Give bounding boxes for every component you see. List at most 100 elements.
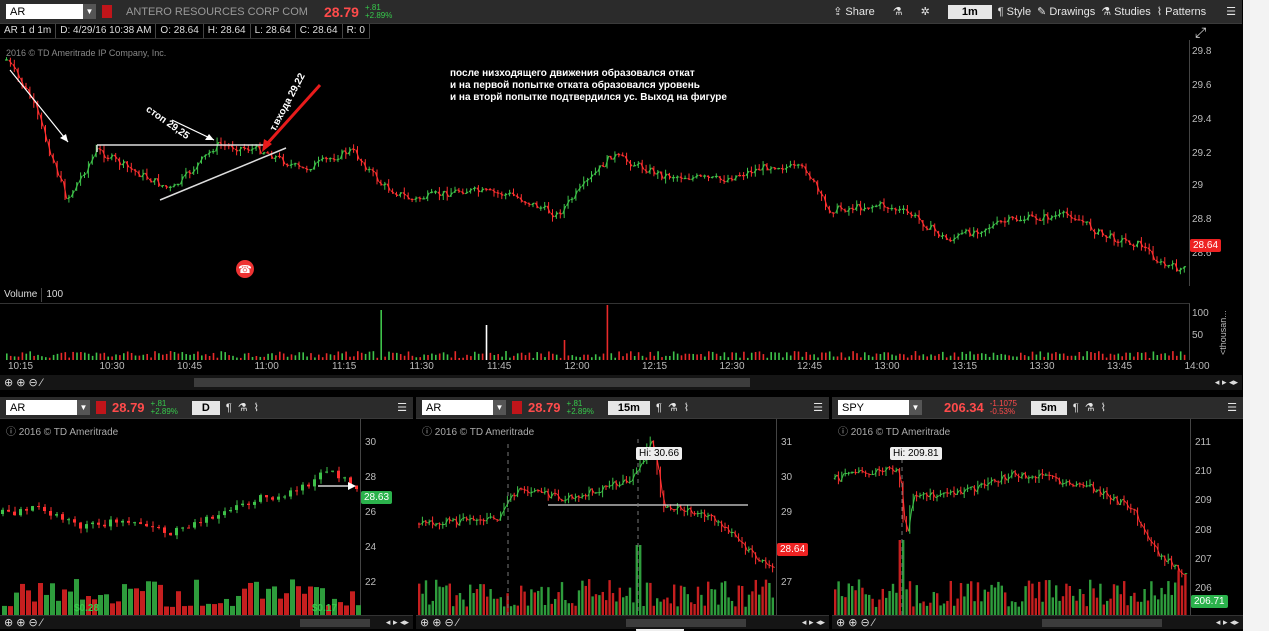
style-button[interactable]: ¶ Style xyxy=(998,6,1031,18)
crosshair-icon[interactable]: ⊕ xyxy=(4,616,13,629)
patterns-button[interactable]: ⌇ Patterns xyxy=(1157,5,1206,19)
main-price-pane[interactable]: 2016 © TD Ameritrade IP Company, Inc. по… xyxy=(0,40,1190,286)
pane-chart[interactable]: ⓘ 2016 © TD Ameritrade $0.28 $0.17 xyxy=(0,419,361,615)
chevron-down-icon[interactable]: ▼ xyxy=(909,400,922,415)
flask-icon[interactable]: ⚗ xyxy=(1085,401,1095,414)
flask-icon[interactable]: ⚗ xyxy=(238,401,248,414)
zoom-in-icon[interactable]: ⊕ xyxy=(16,616,25,629)
volume-pane[interactable] xyxy=(0,303,1190,360)
scrollbar-thumb[interactable] xyxy=(194,378,750,387)
scroll-right-icon[interactable]: ◂ ▸ ◂▸ xyxy=(802,617,825,628)
volume-bar xyxy=(821,352,823,360)
zoom-out-icon[interactable]: ⊖ xyxy=(860,616,869,629)
volume-bar xyxy=(220,351,223,360)
volume-bar xyxy=(271,353,273,360)
pane-scroll-bar: ⊕ ⊕ ⊖ ⁄ ◂ ▸ ◂▸ xyxy=(416,615,829,629)
style-icon[interactable]: ¶ xyxy=(226,402,232,414)
trend-line[interactable] xyxy=(159,147,287,201)
candle xyxy=(911,495,916,509)
arrow-line[interactable] xyxy=(9,69,69,143)
candle xyxy=(987,227,992,230)
interval-button[interactable]: 1m xyxy=(947,4,992,19)
zoom-out-icon[interactable]: ⊖ xyxy=(444,616,453,629)
info-icon[interactable]: ⓘ xyxy=(422,427,432,438)
zoom-in-icon[interactable]: ⊕ xyxy=(16,376,25,389)
zoom-out-icon[interactable]: ⊖ xyxy=(28,616,37,629)
flag-icon[interactable] xyxy=(512,401,522,414)
symbol-selector[interactable]: AR ▼ xyxy=(6,400,90,415)
chevron-down-icon[interactable]: ▼ xyxy=(493,400,506,415)
zoom-in-icon[interactable]: ⊕ xyxy=(432,616,441,629)
crosshair-icon[interactable]: ⊕ xyxy=(420,616,429,629)
interval-button[interactable]: 15m xyxy=(607,400,650,415)
volume-bar xyxy=(639,545,642,615)
crosshair-icon[interactable]: ⊕ xyxy=(836,616,845,629)
patterns-icon[interactable]: ⌇ xyxy=(254,401,259,414)
draw-line-icon[interactable]: ⁄ xyxy=(41,617,43,629)
crosshair-icon[interactable]: ⊕ xyxy=(4,376,13,389)
volume-bar xyxy=(949,580,952,615)
scroll-right-icon[interactable]: ◂ ▸ ◂▸ xyxy=(386,617,409,628)
scrollbar-thumb[interactable] xyxy=(626,619,746,627)
volume-bar xyxy=(908,581,912,615)
draw-line-icon[interactable]: ⁄ xyxy=(457,617,459,629)
candle xyxy=(1132,508,1137,511)
volume-bar xyxy=(479,584,482,615)
flag-icon[interactable] xyxy=(928,401,938,414)
patterns-icon[interactable]: ⌇ xyxy=(1101,401,1106,414)
info-icon[interactable]: ⓘ xyxy=(6,427,16,438)
flag-icon[interactable] xyxy=(102,5,112,18)
studies-button[interactable]: ⚗ Studies xyxy=(1101,5,1151,19)
symbol-selector[interactable]: AR ▼ xyxy=(6,4,96,19)
volume-bar xyxy=(140,591,145,615)
symbol-selector[interactable]: SPY ▼ xyxy=(838,400,922,415)
menu-icon[interactable]: ☰ xyxy=(397,401,407,414)
draw-line-icon[interactable]: ⁄ xyxy=(873,617,875,629)
style-icon[interactable]: ¶ xyxy=(1073,402,1079,414)
interval-button[interactable]: D xyxy=(191,400,220,415)
pane-chart[interactable]: ⓘ 2016 © TD Ameritrade Hi: 30.66Lo: 27.3… xyxy=(416,419,777,631)
candle xyxy=(972,486,977,492)
symbol-selector[interactable]: AR ▼ xyxy=(422,400,506,415)
gear-icon[interactable]: ✲ xyxy=(921,5,930,18)
style-icon[interactable]: ¶ xyxy=(656,402,662,414)
flask-icon[interactable]: ⚗ xyxy=(893,5,903,18)
y-tick: 24 xyxy=(365,542,377,553)
volume-bar xyxy=(1098,351,1100,360)
pane-toolbar: SPY ▼ 206.34 -1.1075 -0.53% 5m ¶ ⚗ ⌇ ☰ xyxy=(832,397,1243,419)
menu-icon[interactable]: ☰ xyxy=(813,401,823,414)
candle xyxy=(160,184,165,187)
menu-icon[interactable]: ☰ xyxy=(1226,5,1236,18)
patterns-icon[interactable]: ⌇ xyxy=(684,401,689,414)
zoom-out-icon[interactable]: ⊖ xyxy=(28,376,37,389)
scrollbar-thumb[interactable] xyxy=(1042,619,1162,627)
volume-bar xyxy=(914,351,917,360)
copyright-text: ⓘ 2016 © TD Ameritrade xyxy=(838,427,951,438)
drawings-button[interactable]: ✎ Drawings xyxy=(1037,5,1095,19)
share-button[interactable]: ⇪ Share xyxy=(833,5,875,19)
last-price: 28.79 xyxy=(528,400,561,415)
volume-bar xyxy=(864,594,867,615)
zoom-in-icon[interactable]: ⊕ xyxy=(848,616,857,629)
autoscale-icon[interactable]: ⤢ xyxy=(1195,24,1206,41)
phone-icon[interactable]: ☎ xyxy=(236,260,254,278)
flag-icon[interactable] xyxy=(96,401,106,414)
interval-button[interactable]: 5m xyxy=(1030,400,1067,415)
scrollbar-thumb[interactable] xyxy=(300,619,370,627)
candle xyxy=(1071,484,1076,487)
candle xyxy=(617,153,621,156)
scroll-right-icon[interactable]: ◂ ▸ ◂▸ xyxy=(1215,377,1238,388)
chevron-down-icon[interactable]: ▼ xyxy=(77,400,90,415)
draw-line-icon[interactable]: ⁄ xyxy=(41,377,43,389)
volume-bar xyxy=(302,352,304,360)
flask-icon[interactable]: ⚗ xyxy=(668,401,678,414)
candle xyxy=(698,174,703,177)
info-icon[interactable]: ⓘ xyxy=(838,427,848,438)
menu-icon[interactable]: ☰ xyxy=(1227,401,1237,414)
chevron-down-icon[interactable]: ▼ xyxy=(83,4,96,19)
candle-body xyxy=(49,511,52,516)
pane-chart[interactable]: ⓘ 2016 © TD Ameritrade Hi: 209.81 xyxy=(832,419,1191,615)
scroll-right-icon[interactable]: ◂ ▸ ◂▸ xyxy=(1216,617,1239,628)
volume-bar xyxy=(610,353,613,360)
volume-bar xyxy=(932,591,935,615)
